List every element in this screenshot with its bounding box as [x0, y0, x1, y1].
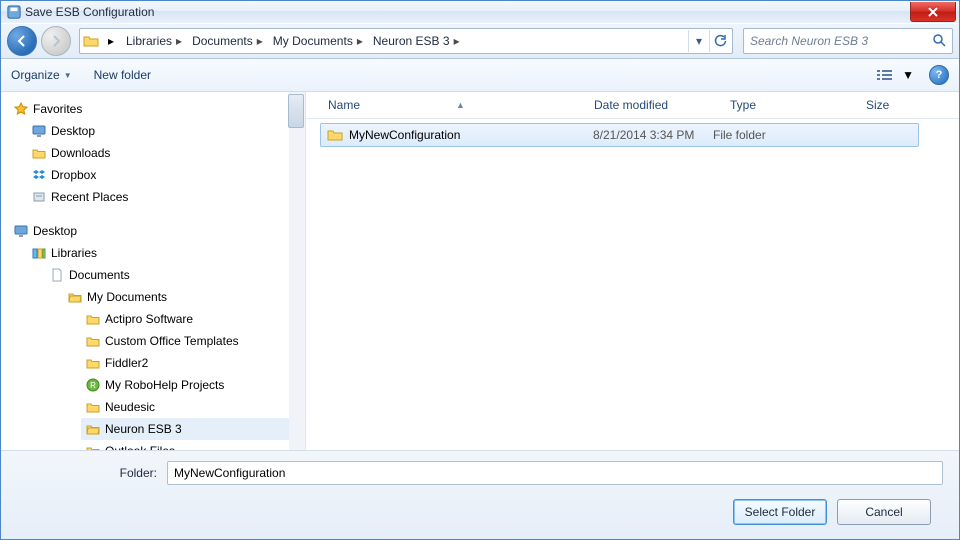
tree-item-folder[interactable]: Outlook Files — [81, 440, 303, 450]
desktop-icon — [13, 223, 29, 239]
file-list-pane: Name▲ Date modified Type Size MyNewConfi… — [306, 92, 959, 450]
svg-text:R: R — [90, 381, 96, 390]
tree-item-folder[interactable]: Fiddler2 — [81, 352, 303, 374]
tree-item-desktop-root[interactable]: Desktop — [9, 220, 303, 242]
chevron-right-icon: ▸ — [176, 34, 182, 48]
column-headers[interactable]: Name▲ Date modified Type Size — [306, 92, 959, 119]
breadcrumb[interactable]: Libraries▸ — [122, 34, 186, 48]
tree-item-dropbox[interactable]: Dropbox — [27, 164, 303, 186]
libraries-icon — [31, 245, 47, 261]
file-name: MyNewConfiguration — [349, 128, 593, 142]
search-input[interactable]: Search Neuron ESB 3 — [743, 28, 953, 54]
forward-button[interactable] — [41, 26, 71, 56]
dropbox-icon — [31, 167, 47, 183]
document-icon — [49, 267, 65, 283]
window-title: Save ESB Configuration — [25, 5, 154, 19]
folder-label: Folder: — [17, 466, 157, 480]
file-row[interactable]: MyNewConfiguration 8/21/2014 3:34 PM Fil… — [320, 123, 919, 147]
cancel-button[interactable]: Cancel — [837, 499, 931, 525]
refresh-button[interactable] — [709, 30, 730, 52]
address-bar[interactable]: ▸ Libraries▸ Documents▸ My Documents▸ Ne… — [79, 28, 733, 54]
titlebar: Save ESB Configuration — [1, 1, 959, 23]
sort-asc-icon: ▲ — [456, 100, 465, 110]
dialog-footer: Folder: Select Folder Cancel — [1, 450, 959, 539]
back-button[interactable] — [7, 26, 37, 56]
save-dialog: Save ESB Configuration ▸ Libraries▸ Docu… — [0, 0, 960, 540]
folder-icon — [85, 333, 101, 349]
tree-item-libraries[interactable]: Libraries — [27, 242, 303, 264]
column-type[interactable]: Type — [722, 98, 858, 112]
tree-item-documents[interactable]: Documents — [45, 264, 303, 286]
tree-item-downloads[interactable]: Downloads — [27, 142, 303, 164]
nav-bar: ▸ Libraries▸ Documents▸ My Documents▸ Ne… — [1, 23, 959, 59]
breadcrumb[interactable]: Neuron ESB 3▸ — [369, 34, 464, 48]
folder-open-icon — [67, 289, 83, 305]
tree-item-recent[interactable]: Recent Places — [27, 186, 303, 208]
tree-item-folder[interactable]: Actipro Software — [81, 308, 303, 330]
tree-item-my-documents[interactable]: My Documents — [63, 286, 303, 308]
help-button[interactable]: ? — [929, 65, 949, 85]
folder-icon — [31, 145, 47, 161]
dialog-body: Favorites Desktop Downloads Dropbox Rece… — [1, 92, 959, 450]
toolbar: Organize▼ New folder ▼ ? — [1, 59, 959, 92]
organize-button[interactable]: Organize▼ — [11, 68, 72, 82]
tree-item-neuron-esb[interactable]: Neuron ESB 3 — [81, 418, 303, 440]
view-options-button[interactable]: ▼ — [871, 65, 919, 85]
search-icon — [932, 33, 946, 50]
recent-icon — [31, 189, 47, 205]
column-date[interactable]: Date modified — [586, 98, 722, 112]
desktop-icon — [31, 123, 47, 139]
file-date: 8/21/2014 3:34 PM — [593, 128, 713, 142]
tree-item-folder[interactable]: Custom Office Templates — [81, 330, 303, 352]
tree-item-folder[interactable]: RMy RoboHelp Projects — [81, 374, 303, 396]
folder-icon — [327, 127, 343, 143]
folder-open-icon — [85, 421, 101, 437]
folder-icon — [85, 355, 101, 371]
tree-scrollbar[interactable] — [289, 92, 305, 450]
breadcrumb[interactable]: My Documents▸ — [269, 34, 367, 48]
robohelp-icon: R — [85, 377, 101, 393]
chevron-right-icon: ▸ — [454, 34, 460, 48]
chevron-right-icon: ▸ — [357, 34, 363, 48]
close-button[interactable] — [910, 2, 956, 22]
list-view-icon — [876, 68, 898, 82]
column-size[interactable]: Size — [858, 98, 954, 112]
scrollbar-thumb[interactable] — [288, 94, 304, 128]
folder-icon — [85, 311, 101, 327]
folder-icon — [85, 443, 101, 450]
select-folder-button[interactable]: Select Folder — [733, 499, 827, 525]
chevron-right-icon: ▸ — [257, 34, 263, 48]
address-dropdown[interactable]: ▾ — [688, 30, 709, 52]
folder-icon — [85, 399, 101, 415]
favorites-header[interactable]: Favorites — [9, 98, 303, 120]
folder-input[interactable] — [167, 461, 943, 485]
app-icon — [7, 5, 21, 19]
navigation-tree[interactable]: Favorites Desktop Downloads Dropbox Rece… — [1, 92, 306, 450]
chevron-right-icon: ▸ — [102, 32, 120, 50]
search-placeholder: Search Neuron ESB 3 — [750, 34, 868, 48]
file-type: File folder — [713, 128, 833, 142]
breadcrumb[interactable]: Documents▸ — [188, 34, 267, 48]
tree-item-folder[interactable]: Neudesic — [81, 396, 303, 418]
star-icon — [13, 101, 29, 117]
tree-item-desktop[interactable]: Desktop — [27, 120, 303, 142]
folder-icon — [82, 32, 100, 50]
column-name[interactable]: Name▲ — [320, 98, 586, 112]
new-folder-button[interactable]: New folder — [94, 68, 151, 82]
